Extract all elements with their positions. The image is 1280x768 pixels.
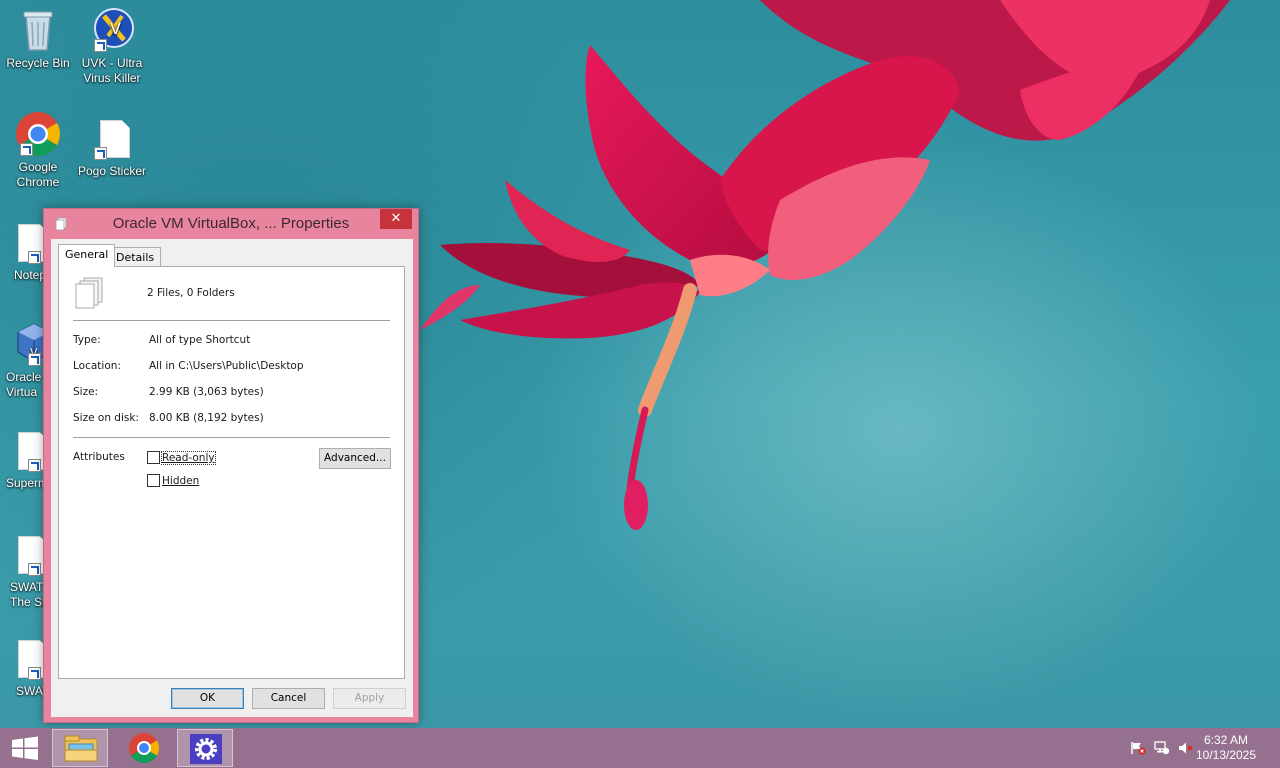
shortcut-arrow-icon xyxy=(94,147,107,160)
desktop-icon-label: Google Chrome xyxy=(16,160,60,189)
desktop-icon-pogo-sticker[interactable]: Pogo Sticker xyxy=(74,114,150,179)
type-label: Type: xyxy=(73,334,101,346)
windows-logo-icon xyxy=(12,736,38,760)
uvk-shield-icon: V xyxy=(88,6,136,54)
action-center-flag-icon[interactable] xyxy=(1130,741,1146,755)
taskbar-file-explorer[interactable] xyxy=(52,729,108,767)
read-only-checkbox[interactable] xyxy=(147,451,160,464)
chrome-icon xyxy=(14,110,62,158)
cancel-button[interactable]: Cancel xyxy=(252,688,325,709)
close-button[interactable]: ✕ xyxy=(380,209,412,229)
start-button[interactable] xyxy=(0,728,50,768)
shortcut-arrow-icon xyxy=(28,667,41,680)
ok-button[interactable]: OK xyxy=(171,688,244,709)
clock-date: 10/13/2025 xyxy=(1195,748,1257,762)
properties-dialog: Oracle VM VirtualBox, ... Properties ✕ G… xyxy=(43,208,419,723)
network-icon[interactable] xyxy=(1154,741,1170,755)
desktop-icon-label: Oracle Virtua xyxy=(6,370,42,399)
read-only-label[interactable]: Read-only xyxy=(161,451,216,465)
shortcut-arrow-icon xyxy=(20,143,33,156)
shortcut-arrow-icon xyxy=(28,563,41,576)
desktop-icon-label: Recycle Bin xyxy=(6,56,70,70)
taskbar-chrome[interactable] xyxy=(116,729,172,767)
advanced-button[interactable]: Advanced... xyxy=(319,448,391,469)
dialog-titlebar[interactable]: Oracle VM VirtualBox, ... Properties ✕ xyxy=(44,209,418,239)
dialog-client-area: General Details 2 Files, 0 Folders Type:… xyxy=(51,239,413,717)
shortcut-arrow-icon xyxy=(28,251,41,264)
shortcut-arrow-icon xyxy=(94,39,107,52)
tab-general[interactable]: General xyxy=(58,244,116,267)
taskbar-settings[interactable] xyxy=(177,729,233,767)
system-clock[interactable]: 6:32 AM 10/13/2025 xyxy=(1186,733,1266,763)
general-tab-panel: 2 Files, 0 Folders Type: All of type Sho… xyxy=(58,266,405,679)
chrome-icon xyxy=(129,733,160,764)
clock-time: 6:32 AM xyxy=(1203,733,1249,747)
location-label: Location: xyxy=(73,360,121,372)
shortcut-arrow-icon xyxy=(28,353,41,366)
dialog-title: Oracle VM VirtualBox, ... Properties xyxy=(112,215,350,232)
size-label: Size: xyxy=(73,386,99,398)
hidden-checkbox[interactable] xyxy=(147,474,160,487)
recycle-bin-icon xyxy=(14,6,62,54)
desktop-icon-google-chrome[interactable]: Google Chrome xyxy=(0,110,76,190)
size-on-disk-value: 8.00 KB (8,192 bytes) xyxy=(149,412,264,424)
separator xyxy=(73,320,390,321)
hidden-label[interactable]: Hidden xyxy=(162,475,199,487)
settings-gear-icon xyxy=(190,734,222,764)
attributes-label: Attributes xyxy=(73,451,125,463)
taskbar: 6:32 AM 10/13/2025 xyxy=(0,728,1280,768)
size-value: 2.99 KB (3,063 bytes) xyxy=(149,386,264,398)
type-value: All of type Shortcut xyxy=(149,334,251,346)
svg-text:V: V xyxy=(110,19,121,38)
desktop-icon-recycle-bin[interactable]: Recycle Bin xyxy=(0,6,76,71)
multiple-files-icon xyxy=(75,277,105,311)
desktop-icon-label: UVK - Ultra Virus Killer xyxy=(81,56,143,85)
separator xyxy=(73,437,390,438)
selection-summary: 2 Files, 0 Folders xyxy=(147,287,235,299)
desktop-icon-uvk[interactable]: V UVK - Ultra Virus Killer xyxy=(74,6,150,86)
size-on-disk-label: Size on disk: xyxy=(73,412,139,424)
desktop-icon-label: Pogo Sticker xyxy=(77,164,147,178)
file-explorer-icon xyxy=(64,735,98,762)
location-value: All in C:\Users\Public\Desktop xyxy=(149,360,304,372)
apply-button[interactable]: Apply xyxy=(333,688,406,709)
tab-details[interactable]: Details xyxy=(109,247,162,268)
blank-file-icon xyxy=(88,114,136,162)
shortcut-arrow-icon xyxy=(28,459,41,472)
